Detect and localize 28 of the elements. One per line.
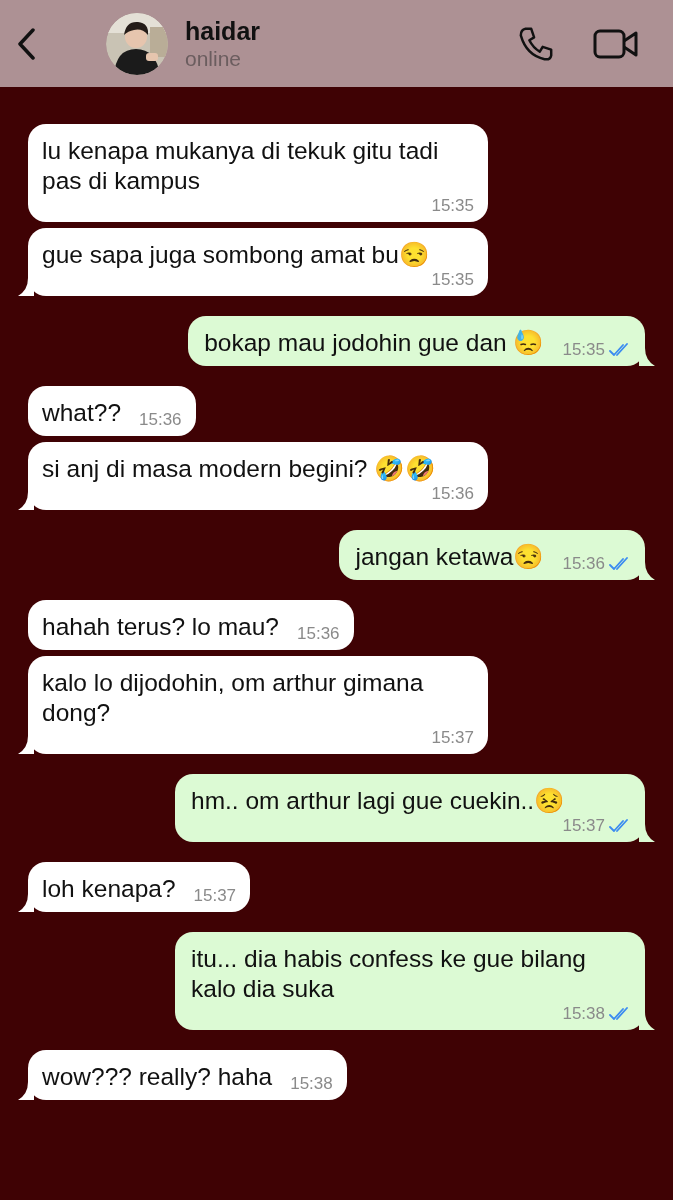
message-text: si anj di masa modern begini? 🤣🤣 (42, 454, 437, 484)
video-call-icon[interactable] (593, 28, 639, 59)
message-text: kalo lo dijodohin, om arthur gimana dong? (42, 668, 425, 728)
message-time: 15:35 (562, 340, 605, 360)
message-time: 15:35 (431, 196, 474, 216)
message-text: hm.. om arthur lagi gue cuekin..😣 (191, 786, 566, 816)
message-text: wow??? really? haha (42, 1062, 273, 1092)
message-time: 15:37 (562, 816, 605, 836)
message-text: jangan ketawa😒 (355, 542, 545, 572)
message-time: 15:37 (193, 886, 237, 906)
message-time: 15:36 (431, 484, 474, 504)
message-time: 15:37 (431, 728, 474, 748)
message-time: 15:38 (562, 1004, 605, 1024)
message-text: hahah terus? lo mau? (42, 612, 279, 642)
message-time: 15:36 (139, 410, 182, 430)
back-icon[interactable] (16, 27, 36, 60)
message-time: 15:35 (431, 270, 474, 290)
message-text: gue sapa juga sombong amat bu😒 (42, 240, 430, 270)
message-text: loh kenapa? (42, 874, 176, 904)
message-time: 15:36 (562, 554, 605, 574)
message-text: itu... dia habis confess ke gue bilang kalo dia suka (191, 944, 587, 1004)
contact-name: haidar (185, 15, 262, 46)
message-text: what?? (42, 398, 121, 428)
message-time: 15:38 (290, 1074, 333, 1094)
message-text: bokap mau jodohin gue dan 😓 (204, 328, 545, 358)
contact-status: online (185, 45, 243, 72)
message-time: 15:36 (297, 624, 340, 644)
message-text: lu kenapa mukanya di tekuk gitu tadi pas di kampus (42, 136, 440, 196)
